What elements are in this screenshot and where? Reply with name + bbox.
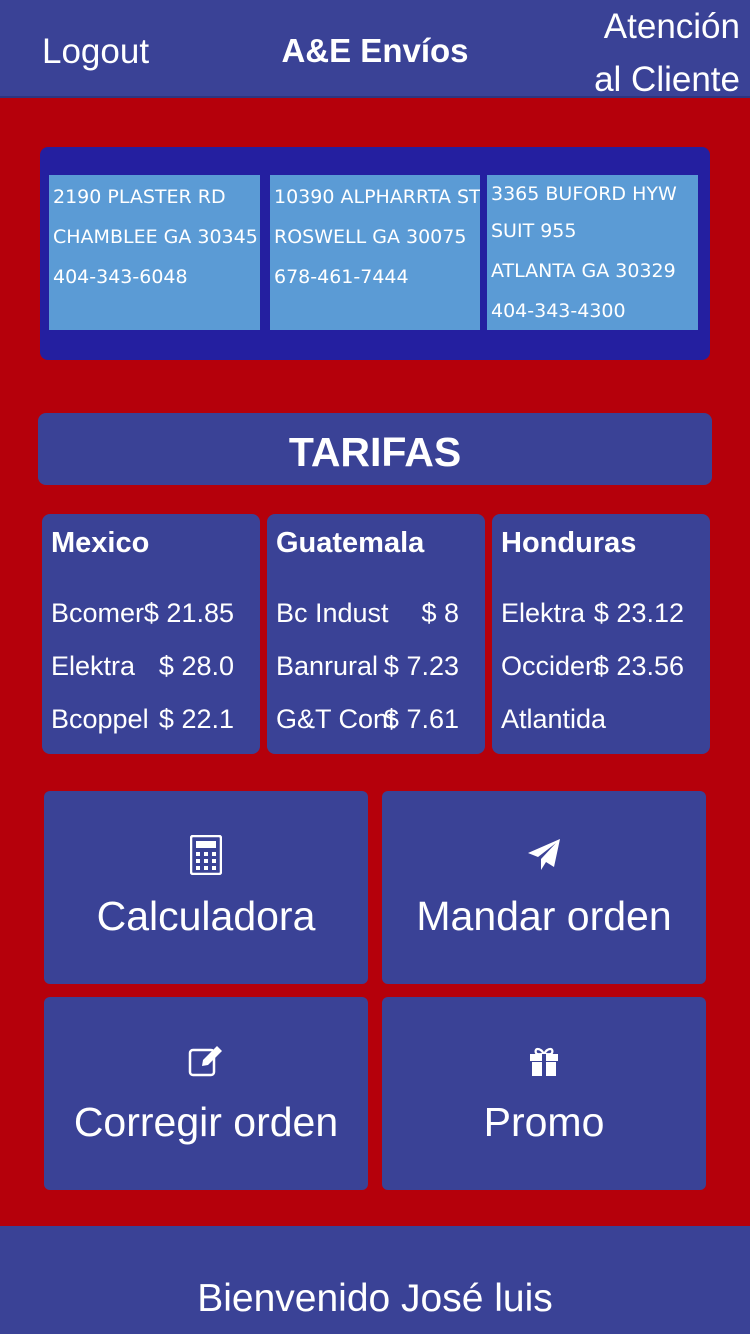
edit-icon [44, 1041, 368, 1081]
edit-order-label: Corregir orden [73, 1099, 339, 1145]
calculator-icon [44, 835, 368, 875]
location-street: 10390 ALPHARRTA ST [274, 186, 480, 208]
rate-value: $ 22.1 [158, 704, 234, 734]
bank-name: Elektra [51, 651, 136, 681]
promo-button[interactable]: Promo [382, 997, 706, 1190]
rate-row: Bcomer $ 21.85 [51, 598, 260, 651]
promo-label: Promo [483, 1099, 605, 1145]
bank-name: Occiden [501, 651, 601, 681]
location-card-atlanta: 3365 BUFORD HYW SUIT 955 ATLANTA GA 3032… [487, 175, 698, 330]
customer-service-label-line2: al Cliente [594, 60, 740, 99]
bank-name: Banrural [276, 651, 379, 681]
rate-row: Bcoppel $ 22.1 [51, 704, 260, 757]
location-card-chamblee: 2190 PLASTER RD CHAMBLEE GA 30345 404-34… [49, 175, 260, 330]
send-order-button[interactable]: Mandar orden [382, 791, 706, 984]
rate-card-mexico: Mexico Bcomer $ 21.85 Elektra $ 28.0 Bco… [42, 514, 260, 754]
rate-row: Banrural $ 7.23 [276, 651, 485, 704]
bank-name: Elektra [501, 598, 586, 628]
country-name: Honduras [501, 527, 637, 559]
gift-icon [382, 1041, 706, 1081]
rate-row: Elektra $ 23.12 [501, 598, 710, 651]
bank-name: Bc Indust [276, 598, 389, 628]
rate-row: G&T Cont $ 7.61 [276, 704, 485, 757]
bank-name: Atlantida [501, 704, 607, 734]
location-city: ROSWELL GA 30075 [274, 226, 467, 248]
rate-row: Elektra $ 28.0 [51, 651, 260, 704]
locations-panel: 2190 PLASTER RD CHAMBLEE GA 30345 404-34… [40, 147, 710, 360]
rate-value: $ 21.85 [143, 598, 234, 628]
rate-row: Occiden $ 23.56 [501, 651, 710, 704]
rate-row: Atlantida [501, 704, 710, 757]
location-city: CHAMBLEE GA 30345 [53, 226, 258, 248]
rate-value: $ 23.12 [593, 598, 684, 628]
rate-value: $ 7.23 [383, 651, 459, 681]
location-phone[interactable]: 404-343-6048 [53, 257, 256, 297]
edit-order-button[interactable]: Corregir orden [44, 997, 368, 1190]
bank-name: G&T Cont [276, 704, 396, 734]
logout-button[interactable]: Logout [42, 32, 149, 72]
rate-value: $ 7.61 [383, 704, 459, 734]
welcome-message: Bienvenido José luis [197, 1277, 553, 1320]
location-suite: SUIT 955 [491, 220, 577, 242]
bank-name: Bcomer [51, 598, 145, 628]
rate-card-honduras: Honduras Elektra $ 23.12 Occiden $ 23.56… [492, 514, 710, 754]
country-name: Guatemala [276, 527, 425, 559]
paper-plane-icon [382, 835, 706, 875]
rate-value: $ 23.56 [593, 651, 684, 681]
location-card-roswell: 10390 ALPHARRTA ST ROSWELL GA 30075 678-… [270, 175, 480, 330]
customer-service-button[interactable]: Atención al Cliente [580, 0, 740, 106]
rate-row: Bc Indust $ 8 [276, 598, 485, 651]
location-city: ATLANTA GA 30329 [491, 260, 676, 282]
rate-value: $ 28.0 [158, 651, 234, 681]
calculator-button[interactable]: Calculadora [44, 791, 368, 984]
send-order-label: Mandar orden [416, 893, 672, 939]
rate-card-guatemala: Guatemala Bc Indust $ 8 Banrural $ 7.23 … [267, 514, 485, 754]
rate-value: $ 8 [421, 598, 459, 628]
location-phone[interactable]: 678-461-7444 [274, 257, 476, 297]
rates-heading: TARIFAS [38, 413, 712, 485]
location-street: 3365 BUFORD HYW [491, 183, 677, 205]
welcome-bar: Bienvenido José luis [0, 1226, 750, 1334]
calculator-label: Calculadora [96, 893, 316, 939]
bank-name: Bcoppel [51, 704, 149, 734]
location-street: 2190 PLASTER RD [53, 186, 226, 208]
country-name: Mexico [51, 527, 150, 559]
customer-service-label-line1: Atención [603, 7, 740, 46]
top-bar: Logout A&E Envíos Atención al Cliente [0, 0, 750, 99]
location-phone[interactable]: 404-343-4300 [491, 291, 694, 330]
